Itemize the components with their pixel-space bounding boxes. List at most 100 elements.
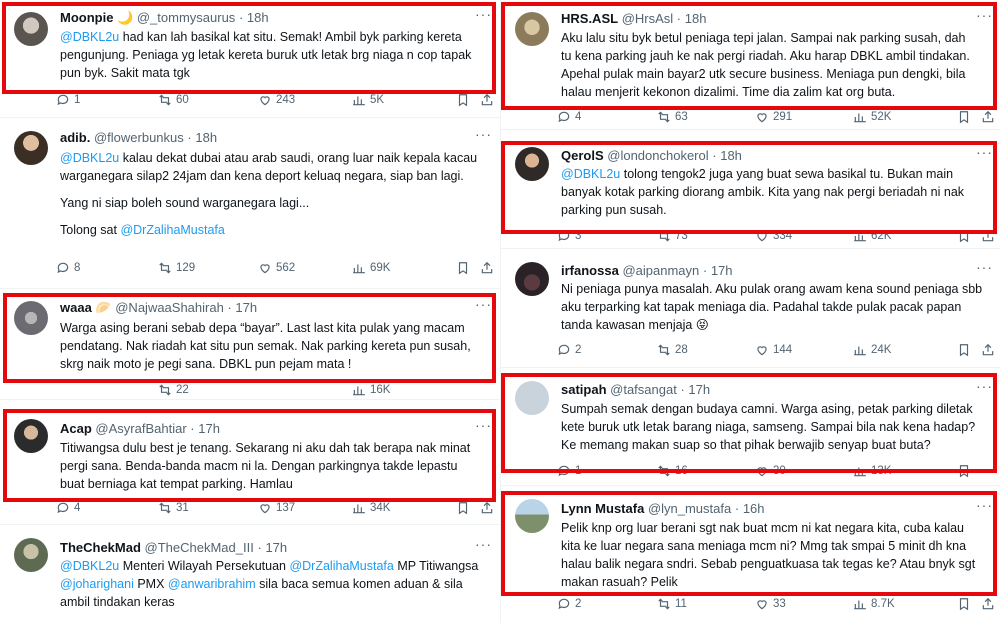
- handle[interactable]: @AsyrafBahtiar: [95, 421, 186, 436]
- handle[interactable]: @londonchokerol: [607, 148, 708, 163]
- timestamp[interactable]: 17h: [198, 421, 220, 436]
- reply-button[interactable]: 2: [557, 343, 581, 357]
- retweet-button[interactable]: 60: [158, 93, 189, 107]
- tweet[interactable]: Moonpie 🌙 @_tommysaurus · 18h ··· @DBKL2…: [0, 0, 500, 118]
- bookmark-button[interactable]: [456, 501, 470, 515]
- bookmark-button[interactable]: [456, 93, 470, 107]
- handle[interactable]: @tafsangat: [610, 382, 677, 397]
- views-button[interactable]: 16K: [352, 383, 390, 397]
- display-name[interactable]: Moonpie 🌙: [60, 10, 133, 25]
- handle[interactable]: @NajwaaShahirah: [115, 300, 224, 315]
- like-button[interactable]: 144: [755, 343, 792, 357]
- handle[interactable]: @HrsAsl: [622, 11, 673, 26]
- views-button[interactable]: 24K: [853, 343, 891, 357]
- display-name[interactable]: TheChekMad: [60, 540, 141, 555]
- display-name[interactable]: adib.: [60, 130, 90, 145]
- tweet[interactable]: TheChekMad @TheChekMad_III · 17h ··· @DB…: [0, 526, 500, 623]
- like-button[interactable]: 137: [258, 501, 295, 515]
- timestamp[interactable]: 17h: [235, 300, 257, 315]
- like-button[interactable]: 33: [755, 597, 786, 611]
- handle[interactable]: @_tommysaurus: [137, 10, 235, 25]
- share-button[interactable]: [480, 261, 494, 275]
- more-options-icon[interactable]: ···: [475, 6, 492, 22]
- views-button[interactable]: 69K: [352, 261, 390, 275]
- bookmark-button[interactable]: [957, 597, 971, 611]
- tweet[interactable]: Lynn Mustafa @lyn_mustafa · 16h ··· Peli…: [501, 487, 1000, 623]
- display-name[interactable]: irfanossa: [561, 263, 619, 278]
- more-options-icon[interactable]: ···: [976, 497, 993, 513]
- share-button[interactable]: [981, 343, 995, 357]
- more-options-icon[interactable]: ···: [976, 7, 993, 23]
- views-button[interactable]: 62K: [853, 229, 891, 243]
- like-button[interactable]: 243: [258, 93, 295, 107]
- tweet[interactable]: irfanossa @aipanmayn · 17h ··· Ni peniag…: [501, 250, 1000, 368]
- timestamp[interactable]: 17h: [688, 382, 710, 397]
- like-button[interactable]: 562: [258, 261, 295, 275]
- display-name[interactable]: HRS.ASL: [561, 11, 618, 26]
- reply-button[interactable]: 4: [56, 501, 80, 515]
- reply-button[interactable]: 1: [56, 93, 80, 107]
- timestamp[interactable]: 18h: [247, 10, 269, 25]
- like-button[interactable]: 334: [755, 229, 792, 243]
- like-button[interactable]: 30: [755, 464, 786, 478]
- timestamp[interactable]: 16h: [743, 501, 765, 516]
- avatar[interactable]: [515, 381, 549, 415]
- display-name[interactable]: QerolS: [561, 148, 604, 163]
- timestamp[interactable]: 17h: [711, 263, 733, 278]
- avatar[interactable]: [515, 262, 549, 296]
- share-button[interactable]: [480, 93, 494, 107]
- bookmark-button[interactable]: [957, 343, 971, 357]
- share-button[interactable]: [480, 501, 494, 515]
- avatar[interactable]: [14, 301, 48, 335]
- share-button[interactable]: [981, 229, 995, 243]
- views-button[interactable]: 5K: [352, 93, 384, 107]
- views-button[interactable]: 8.7K: [853, 597, 895, 611]
- like-button[interactable]: 291: [755, 110, 792, 124]
- avatar[interactable]: [515, 499, 549, 533]
- tweet[interactable]: adib. @flowerbunkus · 18h ··· @DBKL2u ka…: [0, 119, 500, 289]
- timestamp[interactable]: 18h: [195, 130, 217, 145]
- retweet-button[interactable]: 31: [158, 501, 189, 515]
- retweet-button[interactable]: 11: [657, 597, 687, 611]
- views-button[interactable]: 52K: [853, 110, 891, 124]
- more-options-icon[interactable]: ···: [475, 296, 492, 312]
- timestamp[interactable]: 18h: [685, 11, 707, 26]
- tweet[interactable]: waaa 🥟 @NajwaaShahirah · 17h ··· Warga a…: [0, 290, 500, 400]
- retweet-button[interactable]: 63: [657, 110, 688, 124]
- avatar[interactable]: [14, 131, 48, 165]
- tweet[interactable]: HRS.ASL @HrsAsl · 18h ··· Aku lalu situ …: [501, 0, 1000, 130]
- retweet-button[interactable]: 129: [158, 261, 195, 275]
- tweet[interactable]: Acap @AsyrafBahtiar · 17h ··· Titiwangsa…: [0, 401, 500, 525]
- display-name[interactable]: waaa 🥟: [60, 300, 112, 315]
- more-options-icon[interactable]: ···: [475, 417, 492, 433]
- display-name[interactable]: satipah: [561, 382, 607, 397]
- reply-button[interactable]: 4: [557, 110, 581, 124]
- views-button[interactable]: 13K: [853, 464, 891, 478]
- avatar[interactable]: [515, 147, 549, 181]
- handle[interactable]: @lyn_mustafa: [648, 501, 731, 516]
- share-button[interactable]: [981, 597, 995, 611]
- reply-button[interactable]: 3: [557, 229, 581, 243]
- reply-button[interactable]: 2: [557, 597, 581, 611]
- bookmark-button[interactable]: [957, 464, 971, 478]
- more-options-icon[interactable]: ···: [976, 144, 993, 160]
- more-options-icon[interactable]: ···: [475, 126, 492, 142]
- reply-button[interactable]: 8: [56, 261, 80, 275]
- tweet[interactable]: QerolS @londonchokerol · 18h ··· @DBKL2u…: [501, 131, 1000, 249]
- retweet-button[interactable]: 22: [158, 383, 189, 397]
- avatar[interactable]: [515, 12, 549, 46]
- timestamp[interactable]: 18h: [720, 148, 742, 163]
- share-button[interactable]: [981, 110, 995, 124]
- retweet-button[interactable]: 16: [657, 464, 688, 478]
- views-button[interactable]: 34K: [352, 501, 390, 515]
- more-options-icon[interactable]: ···: [976, 378, 993, 394]
- tweet[interactable]: satipah @tafsangat · 17h ··· Sumpah sema…: [501, 369, 1000, 486]
- display-name[interactable]: Lynn Mustafa: [561, 501, 644, 516]
- handle[interactable]: @aipanmayn: [622, 263, 699, 278]
- retweet-button[interactable]: 73: [657, 229, 688, 243]
- reply-button[interactable]: 1: [557, 464, 581, 478]
- avatar[interactable]: [14, 538, 48, 572]
- bookmark-button[interactable]: [456, 261, 470, 275]
- handle[interactable]: @flowerbunkus: [94, 130, 184, 145]
- bookmark-button[interactable]: [957, 110, 971, 124]
